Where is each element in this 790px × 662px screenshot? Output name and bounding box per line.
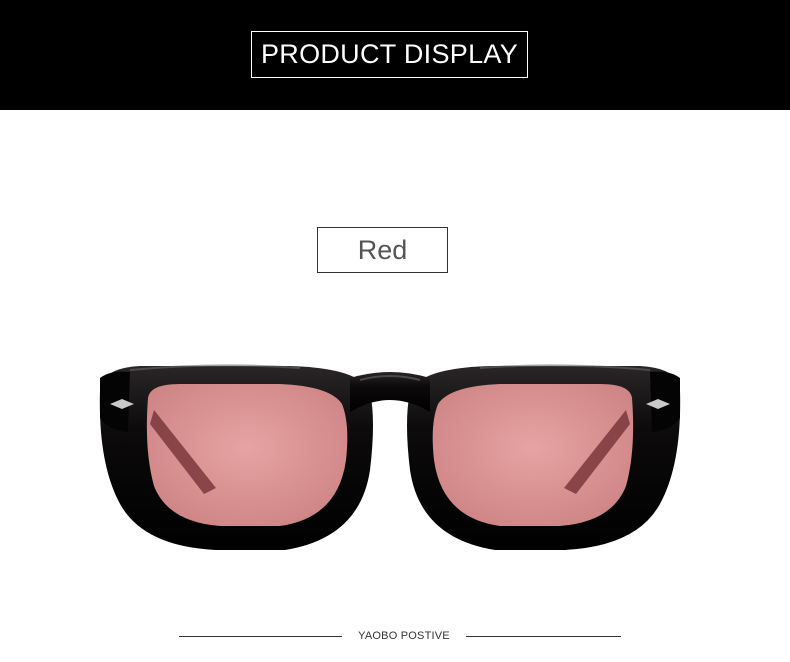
footer-divider-right <box>466 636 621 637</box>
footer-divider-left <box>179 636 342 637</box>
footer-brand: YAOBO POSTIVE <box>358 630 450 642</box>
sunglasses-icon <box>99 364 681 550</box>
header-title-box: PRODUCT DISPLAY <box>251 31 528 78</box>
color-variant-label: Red <box>357 234 408 265</box>
page-title: PRODUCT DISPLAY <box>260 39 519 69</box>
header-band: PRODUCT DISPLAY <box>0 0 790 110</box>
color-variant-box: Red <box>317 227 448 273</box>
